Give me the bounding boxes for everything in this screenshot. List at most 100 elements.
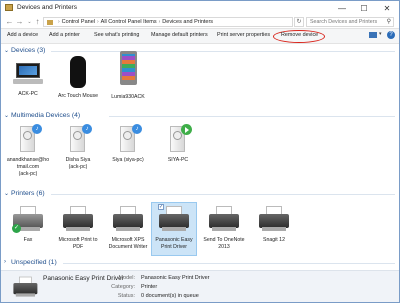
address-bar: ← → ⌄ ↑ › Control Panel › All Control Pa… — [1, 15, 399, 29]
printer-label-line: Microsoft XPS — [111, 237, 145, 243]
see-whats-printing-button[interactable]: See what's printing — [94, 32, 139, 38]
control-panel-icon — [47, 19, 53, 25]
section-unspecified-header[interactable]: › Unspecified (1) — [1, 258, 399, 268]
breadcrumb-separator: › — [58, 19, 60, 25]
close-button[interactable]: ✕ — [376, 1, 398, 15]
collapse-chevron-icon[interactable]: › — [4, 259, 6, 265]
printer-label-line: Snagit 12 — [263, 237, 285, 243]
device-list: ⌄ Devices (3) ACK-PC Arc Touch Mouse Lum… — [1, 44, 399, 270]
printer-icon — [110, 204, 146, 236]
breadcrumb-control-panel[interactable]: Control Panel — [62, 19, 95, 25]
fax-icon: ✓ — [10, 204, 46, 236]
help-icon[interactable]: ? — [387, 31, 395, 39]
details-category-value: Printer — [141, 284, 158, 290]
divider — [51, 194, 395, 195]
device-label-line: anandkhanse@ho — [6, 157, 50, 163]
devices-printers-icon — [5, 4, 13, 11]
minimize-button[interactable]: — — [331, 1, 353, 15]
remove-device-button[interactable]: Remove device — [281, 32, 318, 38]
device-arc-touch-mouse[interactable]: Arc Touch Mouse — [55, 54, 101, 99]
device-label: ACK-PC — [18, 91, 38, 97]
devices-and-printers-window: Devices and Printers — ☐ ✕ ← → ⌄ ↑ › Con… — [0, 0, 400, 303]
media-player-icon — [162, 122, 194, 156]
printer-icon — [11, 275, 40, 301]
printer-icon — [256, 204, 292, 236]
divider — [51, 51, 395, 52]
change-view-icon[interactable] — [369, 32, 377, 38]
media-device-anandkhanse[interactable]: ♪ anandkhanse@ho tmail.com (ack-pc) — [5, 122, 51, 177]
device-label-line: tmail.com — [16, 164, 40, 170]
manage-default-printers-button[interactable]: Manage default printers — [151, 32, 208, 38]
printer-label-line: Panasonic Easy — [155, 237, 193, 243]
printer-label-line: Fax — [23, 237, 33, 243]
section-printers-label: Printers (6) — [11, 190, 45, 197]
details-status-label: Status: — [117, 293, 135, 299]
media-device-disha-siya[interactable]: ♪ Disha Siya (ack-pc) — [55, 122, 101, 170]
selection-checkbox-icon[interactable]: ✓ — [158, 204, 164, 210]
back-arrow-icon[interactable]: ← — [5, 17, 14, 27]
printer-snagit-12[interactable]: Snagit 12 — [251, 204, 297, 243]
divider — [63, 263, 395, 264]
collapse-chevron-icon[interactable]: ⌄ — [4, 112, 9, 119]
collapse-chevron-icon[interactable]: ⌄ — [4, 47, 9, 54]
printer-label-line: Print Driver — [161, 244, 187, 250]
refresh-icon[interactable]: ↻ — [294, 17, 304, 27]
device-label-line: (ack-pc) — [68, 164, 88, 170]
printer-label-line: Send To OneNote — [203, 237, 245, 243]
device-lumia930ack[interactable]: Lumia930ACK — [105, 51, 151, 100]
up-arrow-icon[interactable]: ↑ — [33, 17, 42, 27]
breadcrumb-all-items[interactable]: All Control Panel Items — [101, 19, 157, 25]
breadcrumb-separator: › — [97, 19, 99, 25]
media-server-icon: ♪ — [112, 122, 144, 156]
add-device-button[interactable]: Add a device — [7, 32, 38, 38]
forward-arrow-icon[interactable]: → — [15, 17, 24, 27]
breadcrumb[interactable]: › Control Panel › All Control Panel Item… — [43, 17, 293, 27]
command-bar: Add a device Add a printer See what's pr… — [1, 29, 399, 44]
printer-icon — [206, 204, 242, 236]
media-server-icon: ♪ — [12, 122, 44, 156]
media-device-siya[interactable]: ♪ Siya (siya-pc) — [105, 122, 151, 163]
device-label-line: Disha Siya — [65, 157, 91, 163]
media-server-icon: ♪ — [62, 122, 94, 156]
printer-icon: ✓ — [156, 204, 192, 236]
printer-send-to-onenote[interactable]: Send To OneNote 2013 — [201, 204, 247, 250]
printer-label-line: Microsoft Print to — [58, 237, 98, 243]
details-model-label: Model: — [118, 275, 135, 281]
printer-label-line: PDF — [72, 244, 84, 250]
view-options-dropdown-icon[interactable]: ▾ — [379, 31, 382, 37]
mouse-icon — [62, 54, 94, 92]
printer-fax[interactable]: ✓ Fax — [5, 204, 51, 243]
breadcrumb-separator: › — [158, 19, 161, 25]
search-input[interactable]: Search Devices and Printers ⚲ — [306, 17, 394, 27]
details-model-value: Panasonic Easy Print Driver — [141, 275, 210, 281]
search-icon[interactable]: ⚲ — [387, 18, 391, 27]
media-device-siya-pc[interactable]: SIYA-PC — [155, 122, 201, 163]
breadcrumb-devices-printers[interactable]: Devices and Printers — [162, 19, 213, 25]
section-multimedia-label: Multimedia Devices (4) — [11, 112, 81, 119]
device-ack-pc[interactable]: ACK-PC — [5, 58, 51, 97]
printer-label-line: Document Writer — [108, 244, 148, 250]
phone-icon — [112, 51, 144, 93]
device-label-line: SIYA-PC — [167, 157, 189, 163]
add-printer-button[interactable]: Add a printer — [49, 32, 80, 38]
maximize-button[interactable]: ☐ — [353, 1, 375, 15]
section-unspecified-label: Unspecified (1) — [11, 259, 57, 266]
title-bar: Devices and Printers — ☐ ✕ — [1, 1, 399, 15]
section-devices-label: Devices (3) — [11, 47, 46, 54]
details-pane: Panasonic Easy Print Driver Model: Panas… — [1, 270, 399, 302]
search-placeholder: Search Devices and Printers — [310, 19, 378, 25]
device-label-line: (ack-pc) — [18, 171, 38, 177]
collapse-chevron-icon[interactable]: ⌄ — [4, 190, 9, 197]
printer-panasonic-easy-print[interactable]: ✓ Panasonic Easy Print Driver — [151, 202, 197, 256]
device-label: Arc Touch Mouse — [58, 93, 98, 99]
default-printer-check-icon: ✓ — [12, 224, 21, 233]
printer-microsoft-xps[interactable]: Microsoft XPS Document Writer — [105, 204, 151, 250]
section-printers-header[interactable]: ⌄ Printers (6) — [1, 189, 399, 199]
device-label: Lumia930ACK — [111, 94, 145, 100]
printer-microsoft-print-to-pdf[interactable]: Microsoft Print to PDF — [55, 204, 101, 250]
details-category-label: Category: — [111, 284, 135, 290]
details-status-value: 0 document(s) in queue — [141, 293, 199, 299]
section-multimedia-header[interactable]: ⌄ Multimedia Devices (4) — [1, 111, 399, 121]
printer-icon — [60, 204, 96, 236]
print-server-properties-button[interactable]: Print server properties — [217, 32, 270, 38]
